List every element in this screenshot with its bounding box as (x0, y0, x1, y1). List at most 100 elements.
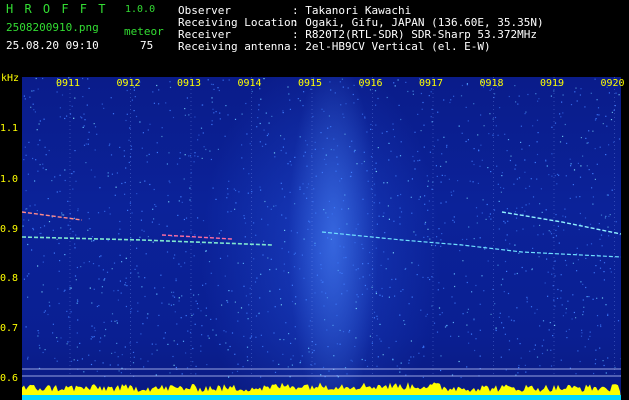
noise-speck (440, 165, 442, 167)
noise-speck (375, 291, 377, 293)
noise-speck (176, 323, 178, 325)
noise-speck (294, 326, 296, 328)
noise-speck (212, 108, 214, 110)
noise-speck (599, 347, 601, 349)
noise-speck (338, 228, 340, 230)
noise-speck (291, 300, 294, 303)
noise-speck (139, 121, 141, 123)
noise-speck (312, 201, 314, 203)
noise-speck (561, 304, 563, 306)
noise-speck (412, 93, 414, 95)
noise-speck (36, 129, 38, 131)
noise-speck (364, 116, 366, 118)
noise-speck (384, 232, 386, 234)
noise-speck (569, 197, 571, 199)
noise-speck (173, 364, 175, 366)
noise-speck (554, 122, 557, 124)
y-tick-label: 0.9 (0, 224, 19, 235)
noise-speck (605, 115, 607, 117)
noise-speck (424, 223, 426, 225)
noise-speck (528, 185, 531, 187)
noise-speck (560, 297, 562, 299)
noise-speck (608, 215, 610, 217)
noise-speck (168, 303, 170, 305)
noise-speck (202, 220, 205, 222)
noise-speck (91, 302, 93, 304)
noise-speck (127, 209, 129, 211)
noise-speck (102, 362, 104, 364)
noise-speck (536, 308, 538, 311)
noise-speck (504, 222, 506, 224)
noise-speck (60, 227, 62, 229)
noise-speck (339, 272, 341, 274)
noise-speck (48, 301, 50, 303)
noise-speck (325, 212, 327, 214)
noise-speck (520, 141, 522, 143)
noise-speck (353, 84, 355, 86)
y-tick-label: 1.0 (0, 174, 19, 185)
noise-speck (267, 311, 269, 313)
noise-speck (441, 312, 443, 314)
noise-speck (550, 233, 553, 235)
noise-speck (404, 323, 406, 325)
noise-speck (144, 295, 146, 298)
noise-speck (476, 222, 478, 224)
noise-speck (107, 240, 109, 242)
noise-speck (140, 219, 142, 221)
noise-speck (355, 307, 357, 310)
noise-speck (602, 360, 604, 362)
noise-speck (345, 103, 347, 105)
noise-speck (75, 180, 77, 182)
noise-speck (225, 105, 227, 107)
noise-speck (399, 207, 401, 209)
noise-speck (321, 171, 323, 174)
noise-speck (205, 250, 207, 252)
noise-speck (325, 292, 327, 294)
noise-speck (171, 291, 173, 293)
noise-speck (82, 96, 84, 98)
noise-speck (575, 373, 577, 375)
noise-speck (608, 144, 610, 146)
noise-speck (333, 138, 335, 140)
noise-speck (173, 257, 175, 259)
noise-speck (539, 203, 541, 205)
noise-speck (370, 188, 372, 190)
noise-speck (536, 178, 538, 180)
noise-speck (130, 311, 132, 313)
noise-speck (392, 123, 394, 125)
noise-speck (499, 107, 501, 109)
noise-speck (600, 214, 603, 216)
noise-speck (88, 87, 90, 89)
noise-speck (119, 146, 121, 148)
noise-speck (284, 241, 286, 243)
noise-speck (554, 275, 556, 277)
noise-speck (74, 150, 76, 152)
noise-speck (339, 81, 341, 83)
noise-speck (594, 178, 596, 180)
noise-speck (490, 171, 492, 173)
noise-speck (309, 320, 311, 322)
noise-speck (99, 350, 101, 352)
noise-speck (322, 366, 325, 368)
noise-speck (215, 318, 217, 320)
noise-speck (175, 280, 177, 282)
app-version: 1.0.0 (125, 4, 156, 15)
noise-speck (561, 101, 563, 103)
noise-speck (518, 364, 520, 367)
noise-speck (29, 205, 31, 207)
noise-speck (342, 200, 345, 202)
noise-speck (497, 264, 499, 266)
noise-speck (516, 338, 519, 340)
noise-speck (153, 188, 155, 191)
noise-speck (549, 322, 551, 324)
noise-speck (500, 284, 502, 286)
noise-speck (200, 345, 202, 347)
noise-speck (136, 193, 138, 195)
noise-speck (470, 333, 473, 335)
noise-speck (183, 178, 185, 180)
noise-speck (279, 288, 281, 290)
noise-speck (553, 299, 555, 301)
noise-speck (555, 214, 557, 216)
noise-speck (581, 329, 583, 331)
noise-speck (39, 347, 41, 349)
